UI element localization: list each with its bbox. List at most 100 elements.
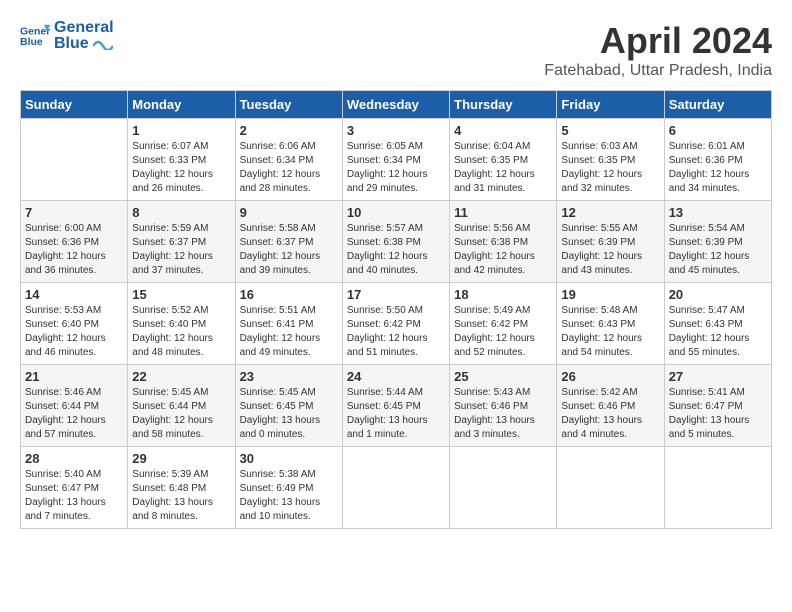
day-info: Sunrise: 6:00 AM Sunset: 6:36 PM Dayligh… <box>25 222 123 278</box>
day-number: 14 <box>25 287 123 302</box>
month-title: April 2024 <box>544 20 772 62</box>
svg-text:Blue: Blue <box>20 36 43 48</box>
calendar-week-row: 1 Sunrise: 6:07 AM Sunset: 6:33 PM Daylig… <box>21 119 772 201</box>
calendar-cell: 7 Sunrise: 6:00 AM Sunset: 6:36 PM Daylig… <box>21 201 128 283</box>
day-info: Sunrise: 6:06 AM Sunset: 6:34 PM Dayligh… <box>240 140 338 196</box>
calendar-cell: 12Sunrise: 5:55 AM Sunset: 6:39 PM Dayli… <box>557 201 664 283</box>
day-info: Sunrise: 5:53 AM Sunset: 6:40 PM Dayligh… <box>25 304 123 360</box>
calendar-cell: 5Sunrise: 6:03 AM Sunset: 6:35 PM Daylig… <box>557 119 664 201</box>
logo-text-general: General <box>54 20 114 36</box>
calendar-cell <box>21 119 128 201</box>
calendar-cell: 11Sunrise: 5:56 AM Sunset: 6:38 PM Dayli… <box>450 201 557 283</box>
day-info: Sunrise: 5:57 AM Sunset: 6:38 PM Dayligh… <box>347 222 445 278</box>
calendar-cell: 13 Sunrise: 5:54 AM Sunset: 6:39 PM Dayli… <box>664 201 771 283</box>
day-info: Sunrise: 6:01 AM Sunset: 6:36 PM Dayligh… <box>669 140 767 196</box>
day-info: Sunrise: 6:04 AM Sunset: 6:35 PM Dayligh… <box>454 140 552 196</box>
day-number: 7 <box>25 205 123 220</box>
calendar-week-row: 14 Sunrise: 5:53 AM Sunset: 6:40 PM Dayli… <box>21 283 772 365</box>
calendar-cell: 25 Sunrise: 5:43 AM Sunset: 6:46 PM Dayli… <box>450 365 557 447</box>
day-info: Sunrise: 5:49 AM Sunset: 6:42 PM Dayligh… <box>454 304 552 360</box>
day-info: Sunrise: 5:54 AM Sunset: 6:39 PM Dayligh… <box>669 222 767 278</box>
day-number: 3 <box>347 123 445 138</box>
day-info: Sunrise: 5:50 AM Sunset: 6:42 PM Dayligh… <box>347 304 445 360</box>
day-number: 30 <box>240 451 338 466</box>
day-number: 15 <box>132 287 230 302</box>
calendar-cell: 17 Sunrise: 5:50 AM Sunset: 6:42 PM Dayli… <box>342 283 449 365</box>
day-info: Sunrise: 5:40 AM Sunset: 6:47 PM Dayligh… <box>25 468 123 524</box>
day-number: 1 <box>132 123 230 138</box>
page-header: General Blue General Blue April 2024 Fat… <box>20 20 772 80</box>
calendar-cell: 14 Sunrise: 5:53 AM Sunset: 6:40 PM Dayli… <box>21 283 128 365</box>
day-number: 24 <box>347 369 445 384</box>
day-number: 2 <box>240 123 338 138</box>
day-info: Sunrise: 5:42 AM Sunset: 6:46 PM Dayligh… <box>561 386 659 442</box>
weekday-header-wednesday: Wednesday <box>342 91 449 119</box>
calendar-cell: 20 Sunrise: 5:47 AM Sunset: 6:43 PM Dayli… <box>664 283 771 365</box>
calendar-cell: 6Sunrise: 6:01 AM Sunset: 6:36 PM Daylig… <box>664 119 771 201</box>
day-number: 20 <box>669 287 767 302</box>
logo-text-blue: Blue <box>54 36 113 52</box>
calendar-cell <box>664 447 771 529</box>
weekday-header-tuesday: Tuesday <box>235 91 342 119</box>
calendar-cell <box>342 447 449 529</box>
day-info: Sunrise: 5:45 AM Sunset: 6:44 PM Dayligh… <box>132 386 230 442</box>
calendar-week-row: 28 Sunrise: 5:40 AM Sunset: 6:47 PM Dayli… <box>21 447 772 529</box>
calendar-cell <box>450 447 557 529</box>
day-info: Sunrise: 5:52 AM Sunset: 6:40 PM Dayligh… <box>132 304 230 360</box>
day-number: 4 <box>454 123 552 138</box>
calendar-cell: 23 Sunrise: 5:45 AM Sunset: 6:45 PM Dayli… <box>235 365 342 447</box>
day-number: 22 <box>132 369 230 384</box>
calendar-cell: 8 Sunrise: 5:59 AM Sunset: 6:37 PM Daylig… <box>128 201 235 283</box>
day-number: 12 <box>561 205 659 220</box>
calendar-cell: 29 Sunrise: 5:39 AM Sunset: 6:48 PM Dayli… <box>128 447 235 529</box>
day-number: 25 <box>454 369 552 384</box>
calendar-cell: 22 Sunrise: 5:45 AM Sunset: 6:44 PM Dayli… <box>128 365 235 447</box>
day-info: Sunrise: 5:48 AM Sunset: 6:43 PM Dayligh… <box>561 304 659 360</box>
location-subtitle: Fatehabad, Uttar Pradesh, India <box>544 62 772 80</box>
day-number: 19 <box>561 287 659 302</box>
day-number: 13 <box>669 205 767 220</box>
day-info: Sunrise: 5:45 AM Sunset: 6:45 PM Dayligh… <box>240 386 338 442</box>
calendar-cell: 18Sunrise: 5:49 AM Sunset: 6:42 PM Dayli… <box>450 283 557 365</box>
day-number: 29 <box>132 451 230 466</box>
calendar-cell: 15 Sunrise: 5:52 AM Sunset: 6:40 PM Dayli… <box>128 283 235 365</box>
day-info: Sunrise: 5:59 AM Sunset: 6:37 PM Dayligh… <box>132 222 230 278</box>
calendar-cell: 3 Sunrise: 6:05 AM Sunset: 6:34 PM Daylig… <box>342 119 449 201</box>
day-info: Sunrise: 5:44 AM Sunset: 6:45 PM Dayligh… <box>347 386 445 442</box>
day-number: 16 <box>240 287 338 302</box>
calendar-cell: 28 Sunrise: 5:40 AM Sunset: 6:47 PM Dayli… <box>21 447 128 529</box>
calendar-cell <box>557 447 664 529</box>
day-info: Sunrise: 5:47 AM Sunset: 6:43 PM Dayligh… <box>669 304 767 360</box>
calendar-header-row: SundayMondayTuesdayWednesdayThursdayFrid… <box>21 91 772 119</box>
day-info: Sunrise: 6:03 AM Sunset: 6:35 PM Dayligh… <box>561 140 659 196</box>
day-info: Sunrise: 5:46 AM Sunset: 6:44 PM Dayligh… <box>25 386 123 442</box>
calendar-cell: 16Sunrise: 5:51 AM Sunset: 6:41 PM Dayli… <box>235 283 342 365</box>
day-number: 27 <box>669 369 767 384</box>
calendar-cell: 1 Sunrise: 6:07 AM Sunset: 6:33 PM Daylig… <box>128 119 235 201</box>
day-number: 21 <box>25 369 123 384</box>
calendar-cell: 9 Sunrise: 5:58 AM Sunset: 6:37 PM Daylig… <box>235 201 342 283</box>
day-info: Sunrise: 5:58 AM Sunset: 6:37 PM Dayligh… <box>240 222 338 278</box>
logo: General Blue General Blue <box>20 20 114 52</box>
calendar-cell: 30 Sunrise: 5:38 AM Sunset: 6:49 PM Dayli… <box>235 447 342 529</box>
calendar-cell: 19 Sunrise: 5:48 AM Sunset: 6:43 PM Dayli… <box>557 283 664 365</box>
day-number: 17 <box>347 287 445 302</box>
day-info: Sunrise: 5:38 AM Sunset: 6:49 PM Dayligh… <box>240 468 338 524</box>
weekday-header-friday: Friday <box>557 91 664 119</box>
day-info: Sunrise: 5:41 AM Sunset: 6:47 PM Dayligh… <box>669 386 767 442</box>
day-info: Sunrise: 6:05 AM Sunset: 6:34 PM Dayligh… <box>347 140 445 196</box>
logo-wave-icon <box>93 38 113 50</box>
weekday-header-monday: Monday <box>128 91 235 119</box>
weekday-header-saturday: Saturday <box>664 91 771 119</box>
day-number: 28 <box>25 451 123 466</box>
day-info: Sunrise: 5:43 AM Sunset: 6:46 PM Dayligh… <box>454 386 552 442</box>
weekday-header-sunday: Sunday <box>21 91 128 119</box>
day-info: Sunrise: 5:56 AM Sunset: 6:38 PM Dayligh… <box>454 222 552 278</box>
day-number: 10 <box>347 205 445 220</box>
day-number: 9 <box>240 205 338 220</box>
day-number: 23 <box>240 369 338 384</box>
day-info: Sunrise: 6:07 AM Sunset: 6:33 PM Dayligh… <box>132 140 230 196</box>
day-info: Sunrise: 5:39 AM Sunset: 6:48 PM Dayligh… <box>132 468 230 524</box>
day-number: 8 <box>132 205 230 220</box>
logo-icon: General Blue <box>20 21 50 51</box>
